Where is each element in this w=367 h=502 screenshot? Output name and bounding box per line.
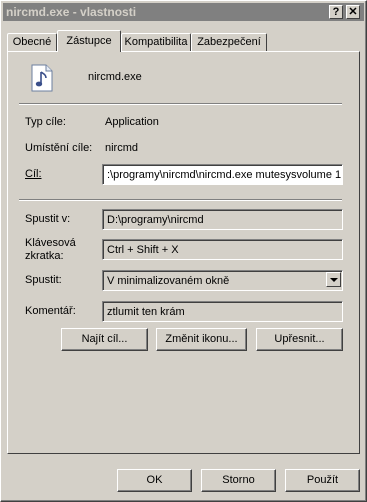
target-type-label: Typ cíle: [25,116,66,128]
target-type-value: Application [105,116,159,128]
target-label: Cíl: [25,168,42,180]
start-in-input[interactable]: D:\programy\nircmd [102,209,343,230]
comment-label: Komentář: [25,305,76,317]
ok-button[interactable]: OK [117,469,192,492]
run-select-value: V minimalizovaném okně [107,275,230,287]
tab-security[interactable]: Zabezpečení [191,33,267,51]
change-icon-button[interactable]: Změnit ikonu... [156,328,247,351]
divider [19,103,342,105]
run-label: Spustit: [25,274,62,286]
target-location-label: Umístění cíle: [25,142,93,154]
target-location-value: nircmd [105,142,139,154]
close-button[interactable]: ✕ [346,5,360,19]
tab-strip: Obecné Zástupce Kompatibilita Zabezpečen… [7,30,362,52]
window-title: nircmd.exe - vlastnosti [6,5,137,19]
hotkey-label-line1: Klávesová [25,237,76,249]
music-file-icon [27,63,57,93]
chevron-down-icon[interactable] [326,272,341,287]
help-button[interactable]: ? [329,5,343,19]
apply-button[interactable]: Použít [285,469,360,492]
properties-window: nircmd.exe - vlastnosti ? ✕ Obecné Zástu… [0,0,367,502]
shortcut-name: nircmd.exe [88,71,142,83]
title-bar[interactable]: nircmd.exe - vlastnosti ? ✕ [3,3,364,21]
advanced-button[interactable]: Upřesnit... [256,328,343,351]
divider [19,199,342,201]
hotkey-input[interactable]: Ctrl + Shift + X [102,239,343,260]
tab-compatibility[interactable]: Kompatibilita [121,33,191,51]
hotkey-label-line2: zkratka: [25,250,64,262]
tab-general[interactable]: Obecné [7,33,57,51]
find-target-button[interactable]: Najít cíl... [61,328,148,351]
cancel-button[interactable]: Storno [201,469,276,492]
start-in-label: Spustit v: [25,213,71,225]
target-input[interactable]: :\programy\nircmd\nircmd.exe mutesysvolu… [102,164,343,185]
comment-input[interactable]: ztlumit ten krám [102,301,343,322]
run-select[interactable]: V minimalizovaném okně [102,270,343,291]
tab-shortcut[interactable]: Zástupce [57,30,121,52]
